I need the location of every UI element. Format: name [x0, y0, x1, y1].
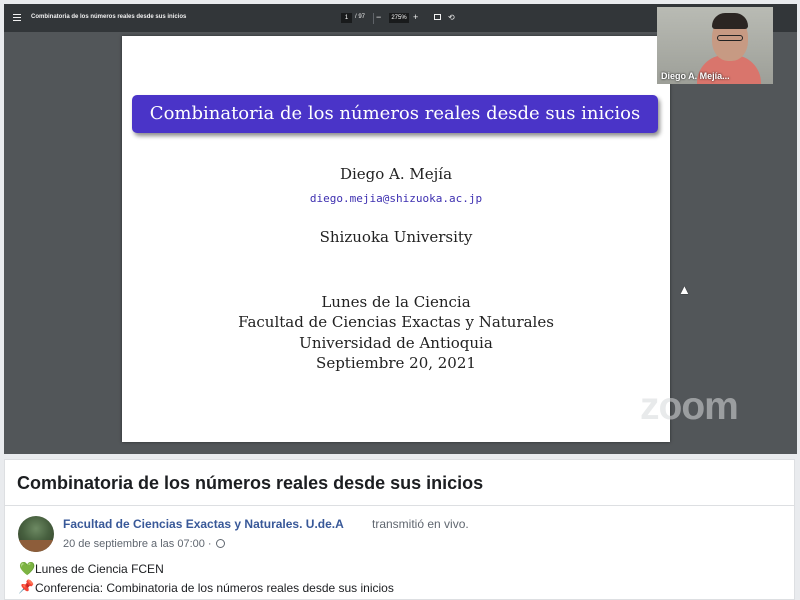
participant-hair [712, 13, 748, 29]
slide-date: Septiembre 20, 2021 [316, 354, 476, 372]
participant-name-label: Diego A. Mejía... [661, 71, 730, 81]
post-title: Combinatoria de los números reales desde… [17, 473, 484, 493]
green-heart-icon: 💚 [19, 561, 36, 576]
post-text-line: Lunes de Ciencia FCEN [35, 562, 164, 576]
globe-icon [216, 539, 225, 548]
post-divider [5, 505, 794, 506]
mouse-cursor-icon: ▲ [678, 282, 691, 297]
live-status-text: transmitió en vivo. [372, 517, 469, 531]
zoom-in-button[interactable]: + [413, 12, 418, 22]
slide-host-university: Universidad de Antioquia [299, 334, 493, 352]
zoom-watermark: zoom [640, 385, 739, 428]
slide-affiliation: Shizuoka University [319, 228, 473, 246]
menu-icon[interactable] [13, 14, 21, 21]
slide-title-banner: Combinatoria de los números reales desde… [132, 95, 658, 133]
fit-page-icon[interactable] [434, 14, 441, 20]
zoom-out-button[interactable]: − [376, 12, 381, 22]
post-timestamp-link[interactable]: 20 de septiembre a las 07:00 · [63, 538, 212, 550]
pdf-document-title: Combinatoria de los números reales desde… [31, 14, 187, 20]
page-name-link[interactable]: Facultad de Ciencias Exactas y Naturales… [63, 517, 344, 531]
slide-email: diego.mejia@shizuoka.ac.jp [309, 192, 483, 205]
participant-glasses [717, 35, 743, 41]
zoom-level-input[interactable]: 275% [389, 13, 409, 23]
page-total: / 97 [355, 14, 366, 20]
page-avatar[interactable] [18, 516, 54, 552]
toolbar-divider [373, 13, 374, 24]
page-number-input[interactable]: 1 [341, 13, 352, 23]
pdf-slide-page: Combinatoria de los números reales desde… [122, 36, 670, 442]
slide-author: Diego A. Mejía [339, 165, 453, 183]
video-player[interactable]: Combinatoria de los números reales desde… [4, 4, 797, 454]
slide-faculty: Facultad de Ciencias Exactas y Naturales [238, 313, 554, 331]
slide-event: Lunes de la Ciencia [321, 293, 471, 311]
rotate-icon[interactable]: ⟲ [448, 13, 455, 22]
pushpin-icon: 📌 [18, 579, 35, 594]
post-card: Combinatoria de los números reales desde… [4, 459, 795, 600]
participant-video-thumbnail[interactable]: Diego A. Mejía... [657, 7, 773, 84]
post-text-line: Conferencia: Combinatoria de los números… [35, 581, 394, 595]
